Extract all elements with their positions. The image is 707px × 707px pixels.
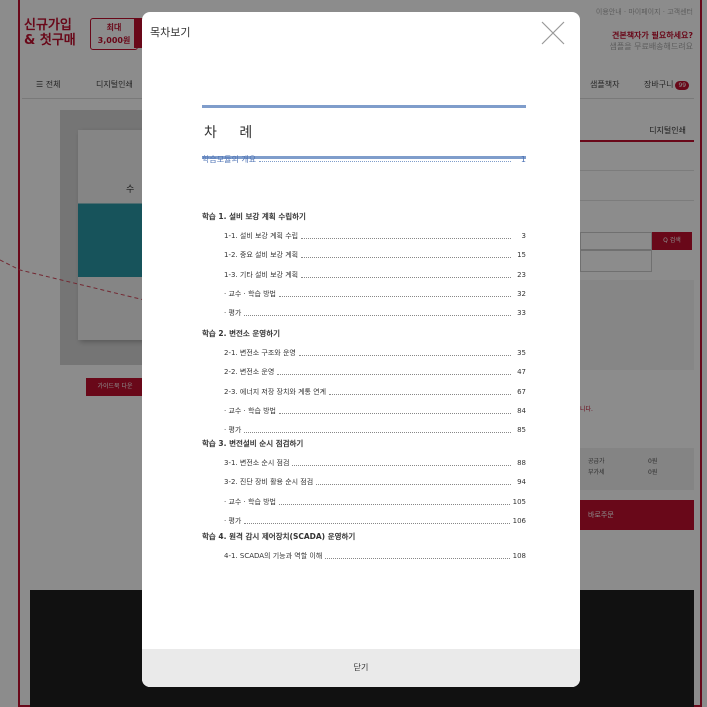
modal-title: 목차보기: [150, 26, 191, 39]
toc-item[interactable]: 1-1. 설비 보강 계획 수립 3: [202, 230, 526, 242]
toc-item-label: · 평가: [224, 309, 242, 318]
toc-module-overview[interactable]: 학습모듈의 개요 1: [202, 153, 526, 165]
toc-item-label: 3-2. 진단 장비 활용 순시 점검: [224, 478, 314, 487]
leader-dots: [301, 233, 511, 239]
toc-item-label: 3-1. 변전소 순시 점검: [224, 459, 290, 467]
leader-dots: [301, 272, 511, 278]
toc-section-title[interactable]: 학습 4. 원격 감시 제어장치(SCADA) 운영하기: [202, 530, 526, 542]
leader-dots: [244, 310, 511, 317]
toc-item[interactable]: 3-2. 진단 장비 활용 순시 점검 94: [202, 476, 526, 488]
toc-section-title-label: 학습 1. 설비 보강 계획 수립하기: [202, 211, 306, 221]
toc-item[interactable]: 2-3. 에너지 저장 장치와 계통 연계 67: [202, 386, 526, 398]
toc-item[interactable]: 3-1. 변전소 순시 점검 88: [202, 457, 526, 469]
toc-item[interactable]: · 평가 85: [202, 424, 526, 436]
leader-dots: [301, 252, 511, 259]
leader-dots: [244, 427, 511, 434]
close-button[interactable]: 닫기: [142, 649, 580, 687]
toc-item-page: 84: [517, 406, 526, 415]
toc-section-title[interactable]: 학습 1. 설비 보강 계획 수립하기: [202, 210, 526, 222]
toc-item-label: 4-1. SCADA의 기능과 역할 이해: [224, 552, 323, 560]
toc-item-page: 85: [517, 426, 526, 435]
toc-section-title[interactable]: 학습 2. 변전소 운영하기: [202, 327, 526, 339]
toc-item-label: 2-3. 에너지 저장 장치와 계통 연계: [224, 387, 327, 396]
toc-section-title-label: 학습 3. 변전설비 순시 점검하기: [202, 438, 304, 448]
toc-item-page: 88: [517, 459, 526, 467]
toc-item[interactable]: 1-3. 기타 설비 보강 계획 23: [202, 269, 526, 281]
toc-item-label: · 평가: [224, 516, 242, 525]
toc-item-label: · 교수 · 학습 방법: [224, 289, 276, 298]
toc-item-label: · 교수 · 학습 방법: [224, 497, 276, 506]
toc-item-page: 108: [512, 552, 526, 560]
toc-item-page: 23: [517, 270, 526, 279]
leader-dots: [279, 499, 510, 505]
toc-page: 차 례 학습모듈의 개요 1 학습 1. 설비 보강 계획 수립하기 1-1. 설비 …: [202, 105, 526, 560]
leader-dots: [325, 553, 510, 559]
toc-item-page: 106: [512, 516, 526, 525]
leader-dots: [259, 156, 511, 162]
toc-item[interactable]: · 교수 · 학습 방법 105: [202, 496, 526, 508]
toc-item-page: 33: [517, 309, 526, 318]
toc-item[interactable]: · 평가 33: [202, 307, 526, 319]
toc-item[interactable]: · 평가 106: [202, 515, 526, 527]
toc-item-label: 1-3. 기타 설비 보강 계획: [224, 270, 299, 279]
leader-dots: [329, 389, 511, 395]
modal-header: 목차보기: [142, 12, 580, 54]
toc-section-title-label: 학습 4. 원격 감시 제어장치(SCADA) 운영하기: [202, 531, 356, 541]
toc-item[interactable]: · 교수 · 학습 방법 32: [202, 288, 526, 300]
toc-item-page: 35: [517, 349, 526, 357]
toc-item-label: · 평가: [224, 426, 242, 435]
toc-item-page: 94: [517, 478, 526, 487]
leader-dots: [316, 479, 511, 486]
toc-item-page: 32: [517, 289, 526, 298]
toc-item[interactable]: 2-2. 변전소 운영 47: [202, 366, 526, 378]
leader-dots: [279, 408, 511, 414]
toc-heading: 차 례: [204, 125, 262, 141]
toc-item-page: 47: [517, 368, 526, 377]
toc-modal: 목차보기 차 례 학습모듈의 개요 1 학습 1. 설비 보강 계획 수립하기 1-1…: [142, 12, 580, 687]
leader-dots: [298, 350, 511, 356]
toc-module-overview-label: 학습모듈의 개요: [202, 154, 257, 164]
toc-item[interactable]: 2-1. 변전소 구조와 운영 35: [202, 347, 526, 359]
toc-item-label: 2-2. 변전소 운영: [224, 368, 275, 377]
toc-item-page: 3: [521, 232, 526, 240]
toc-module-overview-page: 1: [520, 154, 526, 164]
close-icon[interactable]: [538, 18, 568, 48]
leader-dots: [277, 369, 511, 376]
toc-item-label: 1-1. 설비 보강 계획 수립: [224, 232, 299, 240]
toc-item-page: 15: [517, 251, 526, 260]
toc-item-label: 1-2. 중요 설비 보강 계획: [224, 251, 299, 260]
toc-item-label: 2-1. 변전소 구조와 운영: [224, 349, 296, 357]
toc-item[interactable]: · 교수 · 학습 방법 84: [202, 405, 526, 417]
toc-item-page: 105: [512, 497, 526, 506]
toc-section-title-label: 학습 2. 변전소 운영하기: [202, 328, 281, 338]
toc-item-label: · 교수 · 학습 방법: [224, 406, 276, 415]
toc-item[interactable]: 4-1. SCADA의 기능과 역할 이해 108: [202, 550, 526, 562]
toc-item-page: 67: [517, 387, 526, 396]
leader-dots: [244, 518, 510, 524]
leader-dots: [292, 460, 511, 466]
toc-item[interactable]: 1-2. 중요 설비 보강 계획 15: [202, 249, 526, 261]
toc-section-title[interactable]: 학습 3. 변전설비 순시 점검하기: [202, 437, 526, 449]
leader-dots: [279, 291, 511, 297]
